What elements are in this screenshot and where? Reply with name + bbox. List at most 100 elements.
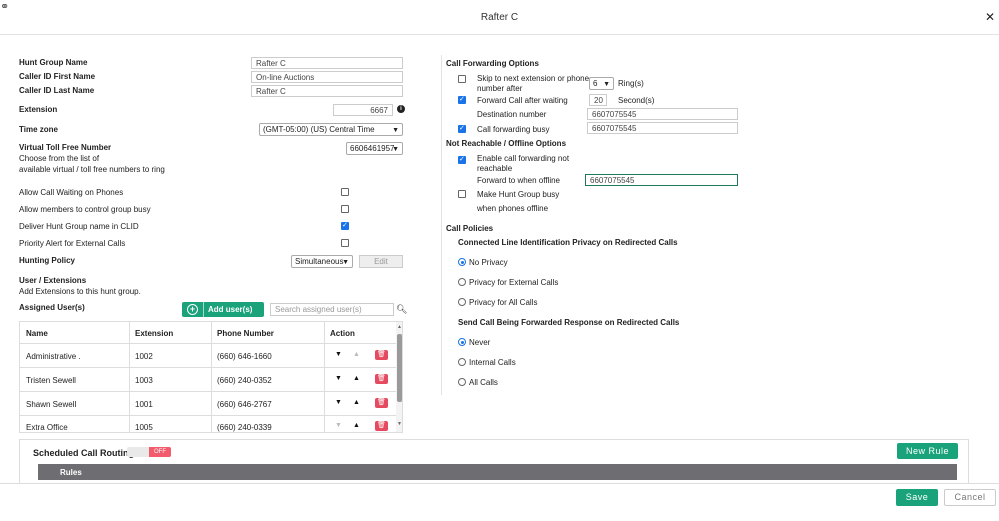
move-up-icon[interactable]: ▲: [353, 375, 360, 382]
row-extension: 1005: [135, 423, 153, 432]
plus-icon: +: [187, 304, 198, 315]
row-extension: 1002: [135, 352, 153, 361]
toggle-state: OFF: [149, 447, 171, 457]
trash-icon[interactable]: 🗑︎: [375, 350, 388, 360]
trash-icon[interactable]: 🗑︎: [375, 398, 388, 408]
clip-title: Connected Line Identification Privacy on…: [458, 238, 678, 247]
allow-waiting-checkbox[interactable]: [341, 188, 349, 196]
row-phone: (660) 240-0352: [217, 376, 272, 385]
skip-checkbox[interactable]: [458, 75, 466, 83]
enable-offline-label-1: Enable call forwarding not: [477, 154, 570, 163]
save-button[interactable]: Save: [896, 489, 938, 506]
table-row[interactable]: Administrative . 1002 (660) 646-1660 ▼ ▲…: [20, 344, 396, 367]
row-phone: (660) 240-0339: [217, 423, 272, 432]
add-users-button[interactable]: + Add user(s): [182, 302, 264, 317]
deliver-name-label: Deliver Hunt Group name in CLID: [19, 222, 139, 231]
col-header-action: Action: [330, 329, 355, 338]
col-header-phone[interactable]: Phone Number: [217, 329, 274, 338]
allow-busy-checkbox[interactable]: [341, 205, 349, 213]
timezone-label: Time zone: [19, 125, 58, 134]
hunting-policy-label: Hunting Policy: [19, 256, 75, 265]
skip-label-1: Skip to next extension or phone: [477, 74, 590, 83]
skip-label-2: number after: [477, 84, 523, 93]
toll-free-label: Virtual Toll Free Number: [19, 143, 112, 152]
row-name: Administrative .: [26, 352, 81, 361]
radio-internal-label: Internal Calls: [469, 358, 516, 367]
radio-all-calls[interactable]: [458, 378, 466, 386]
trash-icon[interactable]: 🗑︎: [375, 421, 388, 431]
radio-privacy-external[interactable]: [458, 278, 466, 286]
make-busy-label-1: Make Hunt Group busy: [477, 190, 560, 199]
footer-divider: [0, 483, 999, 484]
radio-no-privacy[interactable]: [458, 258, 466, 266]
busy-label: Call forwarding busy: [477, 125, 550, 134]
table-row[interactable]: Shawn Sewell 1001 (660) 646-2767 ▼ ▲ 🗑︎: [20, 392, 396, 415]
hunt-group-name-input[interactable]: Rafter C: [251, 57, 403, 69]
scroll-up-icon[interactable]: ▲: [396, 324, 402, 330]
chevron-down-icon: ▼: [342, 259, 349, 266]
new-rule-button[interactable]: New Rule: [897, 443, 958, 459]
edit-button[interactable]: Edit: [359, 255, 403, 268]
move-down-icon[interactable]: ▼: [335, 399, 342, 406]
row-name: Shawn Sewell: [26, 400, 77, 409]
scheduled-title: Scheduled Call Routing: [33, 448, 135, 458]
radio-no-privacy-label: No Privacy: [469, 258, 508, 267]
radio-never[interactable]: [458, 338, 466, 346]
radio-privacy-all[interactable]: [458, 298, 466, 306]
priority-alert-checkbox[interactable]: [341, 239, 349, 247]
rules-header-label: Rules: [60, 468, 82, 477]
scroll-down-icon[interactable]: ▼: [396, 421, 402, 427]
offline-number-input[interactable]: 6607075545: [585, 174, 738, 186]
table-scrollbar[interactable]: ▲ ▼: [396, 322, 402, 432]
seconds-label: Second(s): [618, 96, 655, 105]
move-up-icon[interactable]: ▲: [353, 399, 360, 406]
enable-offline-checkbox[interactable]: [458, 155, 466, 164]
policies-title: Call Policies: [446, 224, 494, 233]
table-row[interactable]: Tristen Sewell 1003 (660) 240-0352 ▼ ▲ 🗑…: [20, 368, 396, 391]
make-busy-label-2: when phones offline: [477, 204, 549, 213]
radio-never-label: Never: [469, 338, 491, 347]
chevron-down-icon: ▼: [392, 146, 399, 153]
move-up-icon[interactable]: ▲: [353, 422, 360, 429]
hunting-policy-select[interactable]: Simultaneous ▼: [291, 255, 353, 268]
caller-last-input[interactable]: Rafter C: [251, 85, 403, 97]
trash-icon[interactable]: 🗑︎: [375, 374, 388, 384]
search-icon[interactable]: 🔍︎: [396, 304, 407, 315]
scrollbar-thumb[interactable]: [397, 334, 402, 402]
skip-rings-select[interactable]: 6 ▼: [589, 77, 614, 90]
wait-seconds-input[interactable]: 20: [589, 94, 607, 106]
cancel-button[interactable]: Cancel: [944, 489, 996, 506]
row-phone: (660) 646-1660: [217, 352, 272, 361]
forward-offline-label: Forward to when offline: [477, 176, 561, 185]
col-header-extension[interactable]: Extension: [135, 329, 173, 338]
deliver-name-checkbox[interactable]: [341, 221, 349, 230]
search-assigned-input[interactable]: Search assigned user(s): [270, 303, 394, 316]
col-header-name[interactable]: Name: [26, 329, 48, 338]
toll-free-select[interactable]: 6606461957 ▼: [346, 142, 403, 155]
close-icon[interactable]: ✕: [985, 10, 995, 24]
info-icon[interactable]: i: [397, 105, 405, 113]
hunting-policy-value: Simultaneous: [295, 257, 344, 266]
radio-privacy-all-label: Privacy for All Calls: [469, 298, 538, 307]
radio-internal[interactable]: [458, 358, 466, 366]
forward-wait-checkbox[interactable]: [458, 95, 466, 104]
assigned-users-table: Name Extension Phone Number Action Admin…: [19, 321, 403, 433]
column-divider: [441, 55, 442, 395]
row-name: Tristen Sewell: [26, 376, 76, 385]
move-up-icon: ▲: [353, 351, 360, 358]
destination-input[interactable]: 6607075545: [587, 108, 738, 120]
make-busy-checkbox[interactable]: [458, 190, 466, 198]
timezone-select[interactable]: (GMT-05:00) (US) Central Time ▼: [259, 123, 403, 136]
move-down-icon: ▼: [335, 422, 342, 429]
timezone-value: (GMT-05:00) (US) Central Time: [263, 125, 375, 134]
move-down-icon[interactable]: ▼: [335, 375, 342, 382]
toll-free-help-1: Choose from the list of: [19, 154, 100, 163]
table-row[interactable]: Extra Office 1005 (660) 240-0339 ▼ ▲ 🗑︎: [20, 416, 396, 432]
move-down-icon[interactable]: ▼: [335, 351, 342, 358]
extension-input[interactable]: 6667: [333, 104, 393, 116]
scheduled-toggle[interactable]: OFF: [127, 447, 171, 457]
caller-first-input[interactable]: On-line Auctions: [251, 71, 403, 83]
busy-checkbox[interactable]: [458, 124, 466, 133]
busy-number-input[interactable]: 6607075545: [587, 122, 738, 134]
toll-free-value: 6606461957: [350, 144, 395, 153]
